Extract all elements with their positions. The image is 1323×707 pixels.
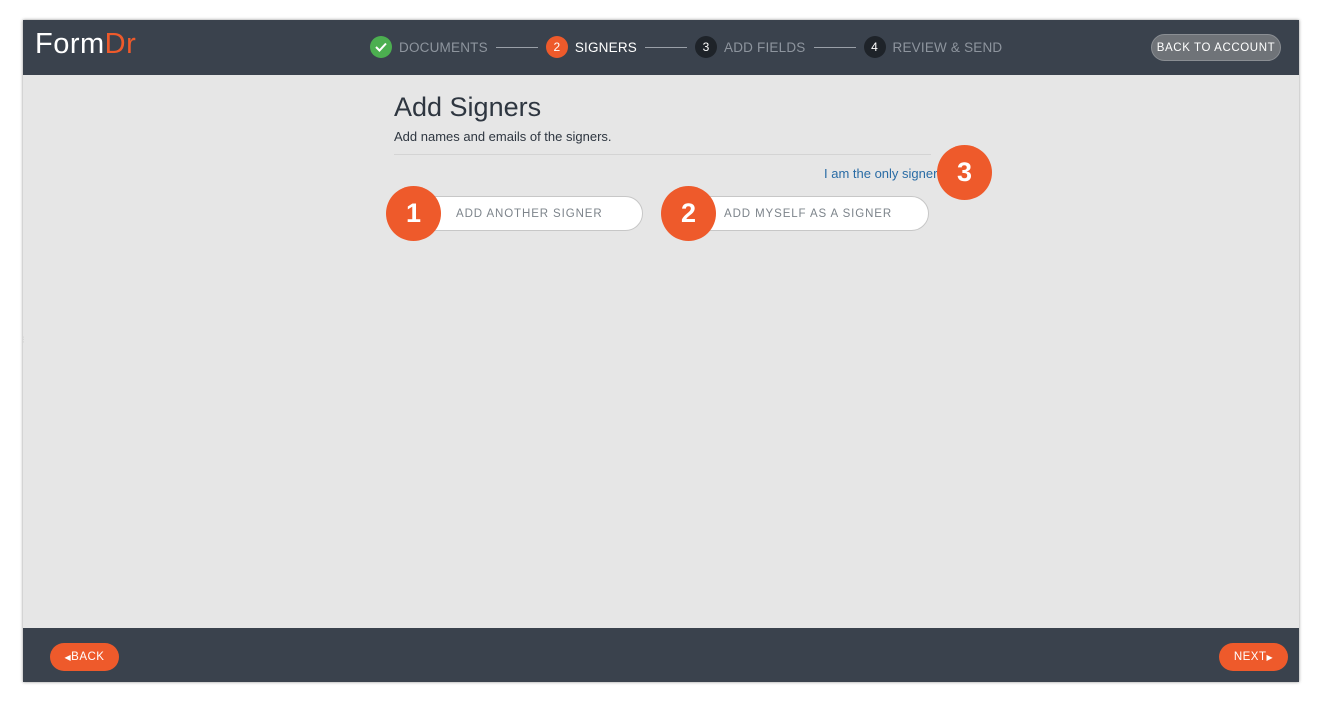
page-subtitle: Add names and emails of the signers.	[394, 129, 612, 144]
page-title: Add Signers	[394, 92, 542, 122]
bottom-bar: ◀ BACK NEXT ▶	[23, 628, 1299, 682]
callout-badge-3: 3	[937, 145, 992, 200]
step-number: 4	[863, 36, 886, 58]
step-connector	[644, 46, 687, 48]
only-signer-link[interactable]: I am the only signer	[824, 166, 937, 181]
caret-right-icon: ▶	[1266, 652, 1274, 662]
next-label: NEXT	[1233, 651, 1267, 663]
caret-left-icon: ◀	[64, 652, 72, 662]
logo-text-dr: Dr	[104, 28, 137, 60]
app-window: FormDr DOCUMENTS 2 SIGNERS 3 ADD FIELDS …	[23, 20, 1299, 682]
add-myself-signer-button[interactable]: ADD MYSELF AS A SIGNER	[692, 196, 929, 231]
top-bar: FormDr DOCUMENTS 2 SIGNERS 3 ADD FIELDS …	[23, 20, 1299, 75]
step-label: DOCUMENTS	[399, 39, 488, 55]
add-another-signer-label: ADD ANOTHER SIGNER	[456, 207, 603, 220]
main-content: Add Signers Add names and emails of the …	[394, 92, 954, 155]
back-label: BACK	[71, 651, 105, 663]
back-to-account-button[interactable]: BACK TO ACCOUNT	[1151, 34, 1281, 61]
back-button[interactable]: ◀ BACK	[50, 643, 119, 671]
add-myself-signer-label: ADD MYSELF AS A SIGNER	[724, 207, 893, 220]
step-number: 2	[545, 36, 568, 58]
step-label: ADD FIELDS	[723, 39, 806, 55]
step-documents[interactable]: DOCUMENTS	[370, 36, 488, 58]
callout-badge-2: 2	[661, 186, 716, 241]
edge-handle-icon: ⁝	[23, 335, 24, 346]
callout-badge-1: 1	[386, 186, 441, 241]
progress-stepper: DOCUMENTS 2 SIGNERS 3 ADD FIELDS 4 REVIE…	[370, 36, 1002, 58]
step-signers[interactable]: 2 SIGNERS	[545, 36, 637, 58]
add-another-signer-button[interactable]: ADD ANOTHER SIGNER	[415, 196, 643, 231]
formdr-logo[interactable]: FormDr	[35, 28, 136, 61]
step-add-fields[interactable]: 3 ADD FIELDS	[694, 36, 806, 58]
step-label: SIGNERS	[574, 39, 637, 55]
check-icon	[370, 36, 392, 58]
logo-text-form: Form	[35, 28, 105, 60]
divider	[394, 154, 931, 155]
step-label: REVIEW & SEND	[892, 39, 1003, 55]
next-button[interactable]: NEXT ▶	[1219, 643, 1288, 671]
step-review-send[interactable]: 4 REVIEW & SEND	[863, 36, 1003, 58]
step-number: 3	[694, 36, 717, 58]
step-connector	[813, 46, 856, 48]
step-connector	[495, 46, 538, 48]
